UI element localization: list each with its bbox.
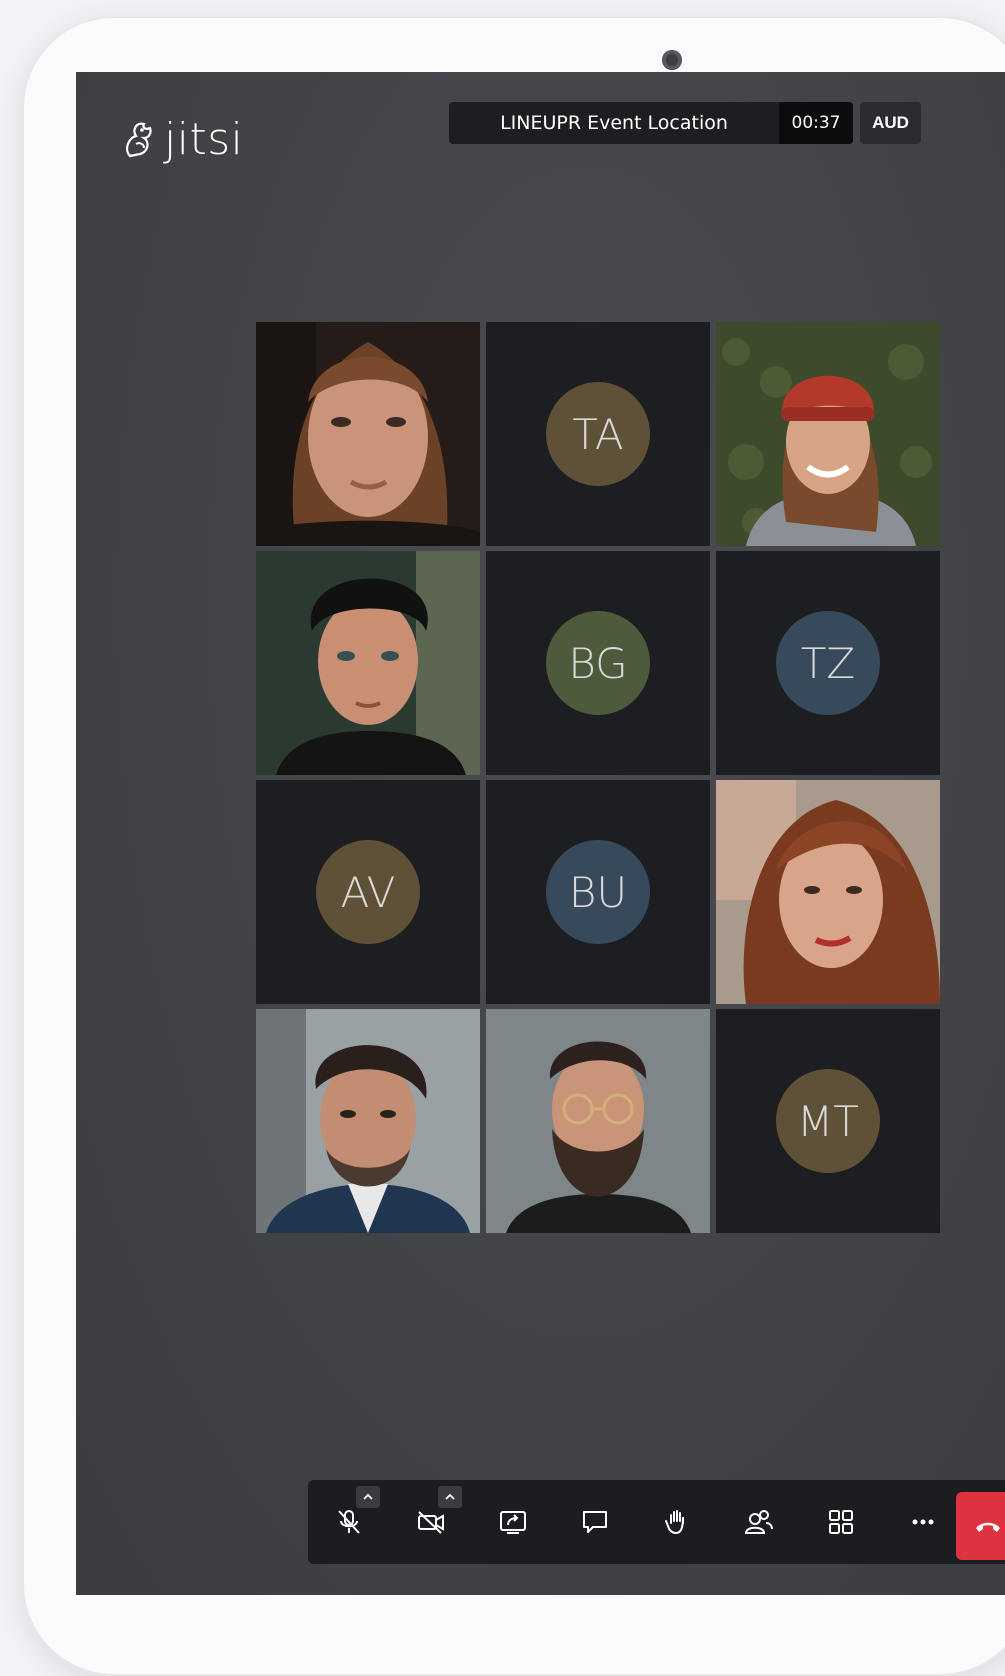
quality-badge[interactable]: AUD	[860, 102, 921, 144]
chat-icon	[583, 1511, 607, 1533]
subject-box[interactable]: LINEUPR Event Location 00:37	[449, 102, 853, 144]
jitsi-logo-icon	[126, 122, 152, 158]
camera-off-icon	[418, 1511, 444, 1534]
avatar-initials: BG	[568, 638, 628, 688]
chevron-up-icon	[445, 1493, 455, 1500]
participant-tile[interactable]: TA	[486, 322, 710, 546]
participant-video-4	[716, 780, 940, 1004]
avatar-initials: AV	[340, 867, 396, 917]
jitsi-logo: jitsi	[122, 113, 244, 165]
participant-tile[interactable]: BG	[486, 551, 710, 775]
participants-icon	[744, 1510, 773, 1534]
participant-tile[interactable]	[256, 551, 480, 775]
chat-button[interactable]	[554, 1480, 636, 1564]
meeting-toolbar	[308, 1480, 1005, 1564]
avatar-initials: TZ	[800, 638, 856, 688]
tile-view-icon	[829, 1510, 853, 1534]
logo-text: jitsi	[164, 113, 244, 165]
chevron-up-icon	[363, 1493, 373, 1500]
participant-video-5	[256, 1009, 480, 1233]
hangup-button[interactable]	[956, 1492, 1005, 1560]
participants-button[interactable]	[718, 1480, 800, 1564]
front-camera	[662, 50, 682, 70]
avatar-initials: TA	[572, 409, 624, 459]
participant-video-3	[256, 551, 480, 775]
screen-share-icon	[500, 1511, 526, 1534]
video-settings-caret[interactable]	[438, 1486, 462, 1508]
participant-avatar: TZ	[776, 611, 880, 715]
phone-hangup-icon	[976, 1522, 1000, 1532]
meeting-screen: jitsi LINEUPR Event Location 00:37 AUD T…	[76, 72, 1005, 1595]
microphone-muted-icon	[338, 1510, 360, 1534]
avatar-initials: MT	[797, 1096, 859, 1146]
raise-hand-button[interactable]	[636, 1480, 718, 1564]
meeting-subject: LINEUPR Event Location	[500, 112, 728, 134]
participant-avatar: BG	[546, 611, 650, 715]
participant-tile[interactable]	[716, 780, 940, 1004]
participant-video-2	[716, 322, 940, 546]
participant-tile[interactable]: BU	[486, 780, 710, 1004]
participant-avatar: MT	[776, 1069, 880, 1173]
participant-tile[interactable]: AV	[256, 780, 480, 1004]
participant-grid: TA BG TZ AV BU MT	[256, 322, 940, 1233]
participant-tile[interactable]	[716, 322, 940, 546]
participant-video-6	[486, 1009, 710, 1233]
raise-hand-icon	[665, 1510, 684, 1535]
participant-avatar: TA	[546, 382, 650, 486]
toggle-camera-button[interactable]	[390, 1480, 472, 1564]
meeting-info-bar: LINEUPR Event Location 00:37 AUD	[449, 102, 921, 144]
more-options-icon	[912, 1519, 934, 1525]
meeting-timer: 00:37	[779, 102, 853, 144]
participant-tile[interactable]	[256, 322, 480, 546]
more-options-button[interactable]	[882, 1480, 964, 1564]
participant-tile[interactable]: MT	[716, 1009, 940, 1233]
participant-avatar: BU	[546, 840, 650, 944]
avatar-initials: BU	[568, 867, 628, 917]
participant-tile[interactable]	[256, 1009, 480, 1233]
audio-settings-caret[interactable]	[356, 1486, 380, 1508]
tile-view-button[interactable]	[800, 1480, 882, 1564]
participant-tile[interactable]	[486, 1009, 710, 1233]
participant-tile[interactable]: TZ	[716, 551, 940, 775]
mute-microphone-button[interactable]	[308, 1480, 390, 1564]
participant-avatar: AV	[316, 840, 420, 944]
participant-video-1	[256, 322, 480, 546]
screen-share-button[interactable]	[472, 1480, 554, 1564]
